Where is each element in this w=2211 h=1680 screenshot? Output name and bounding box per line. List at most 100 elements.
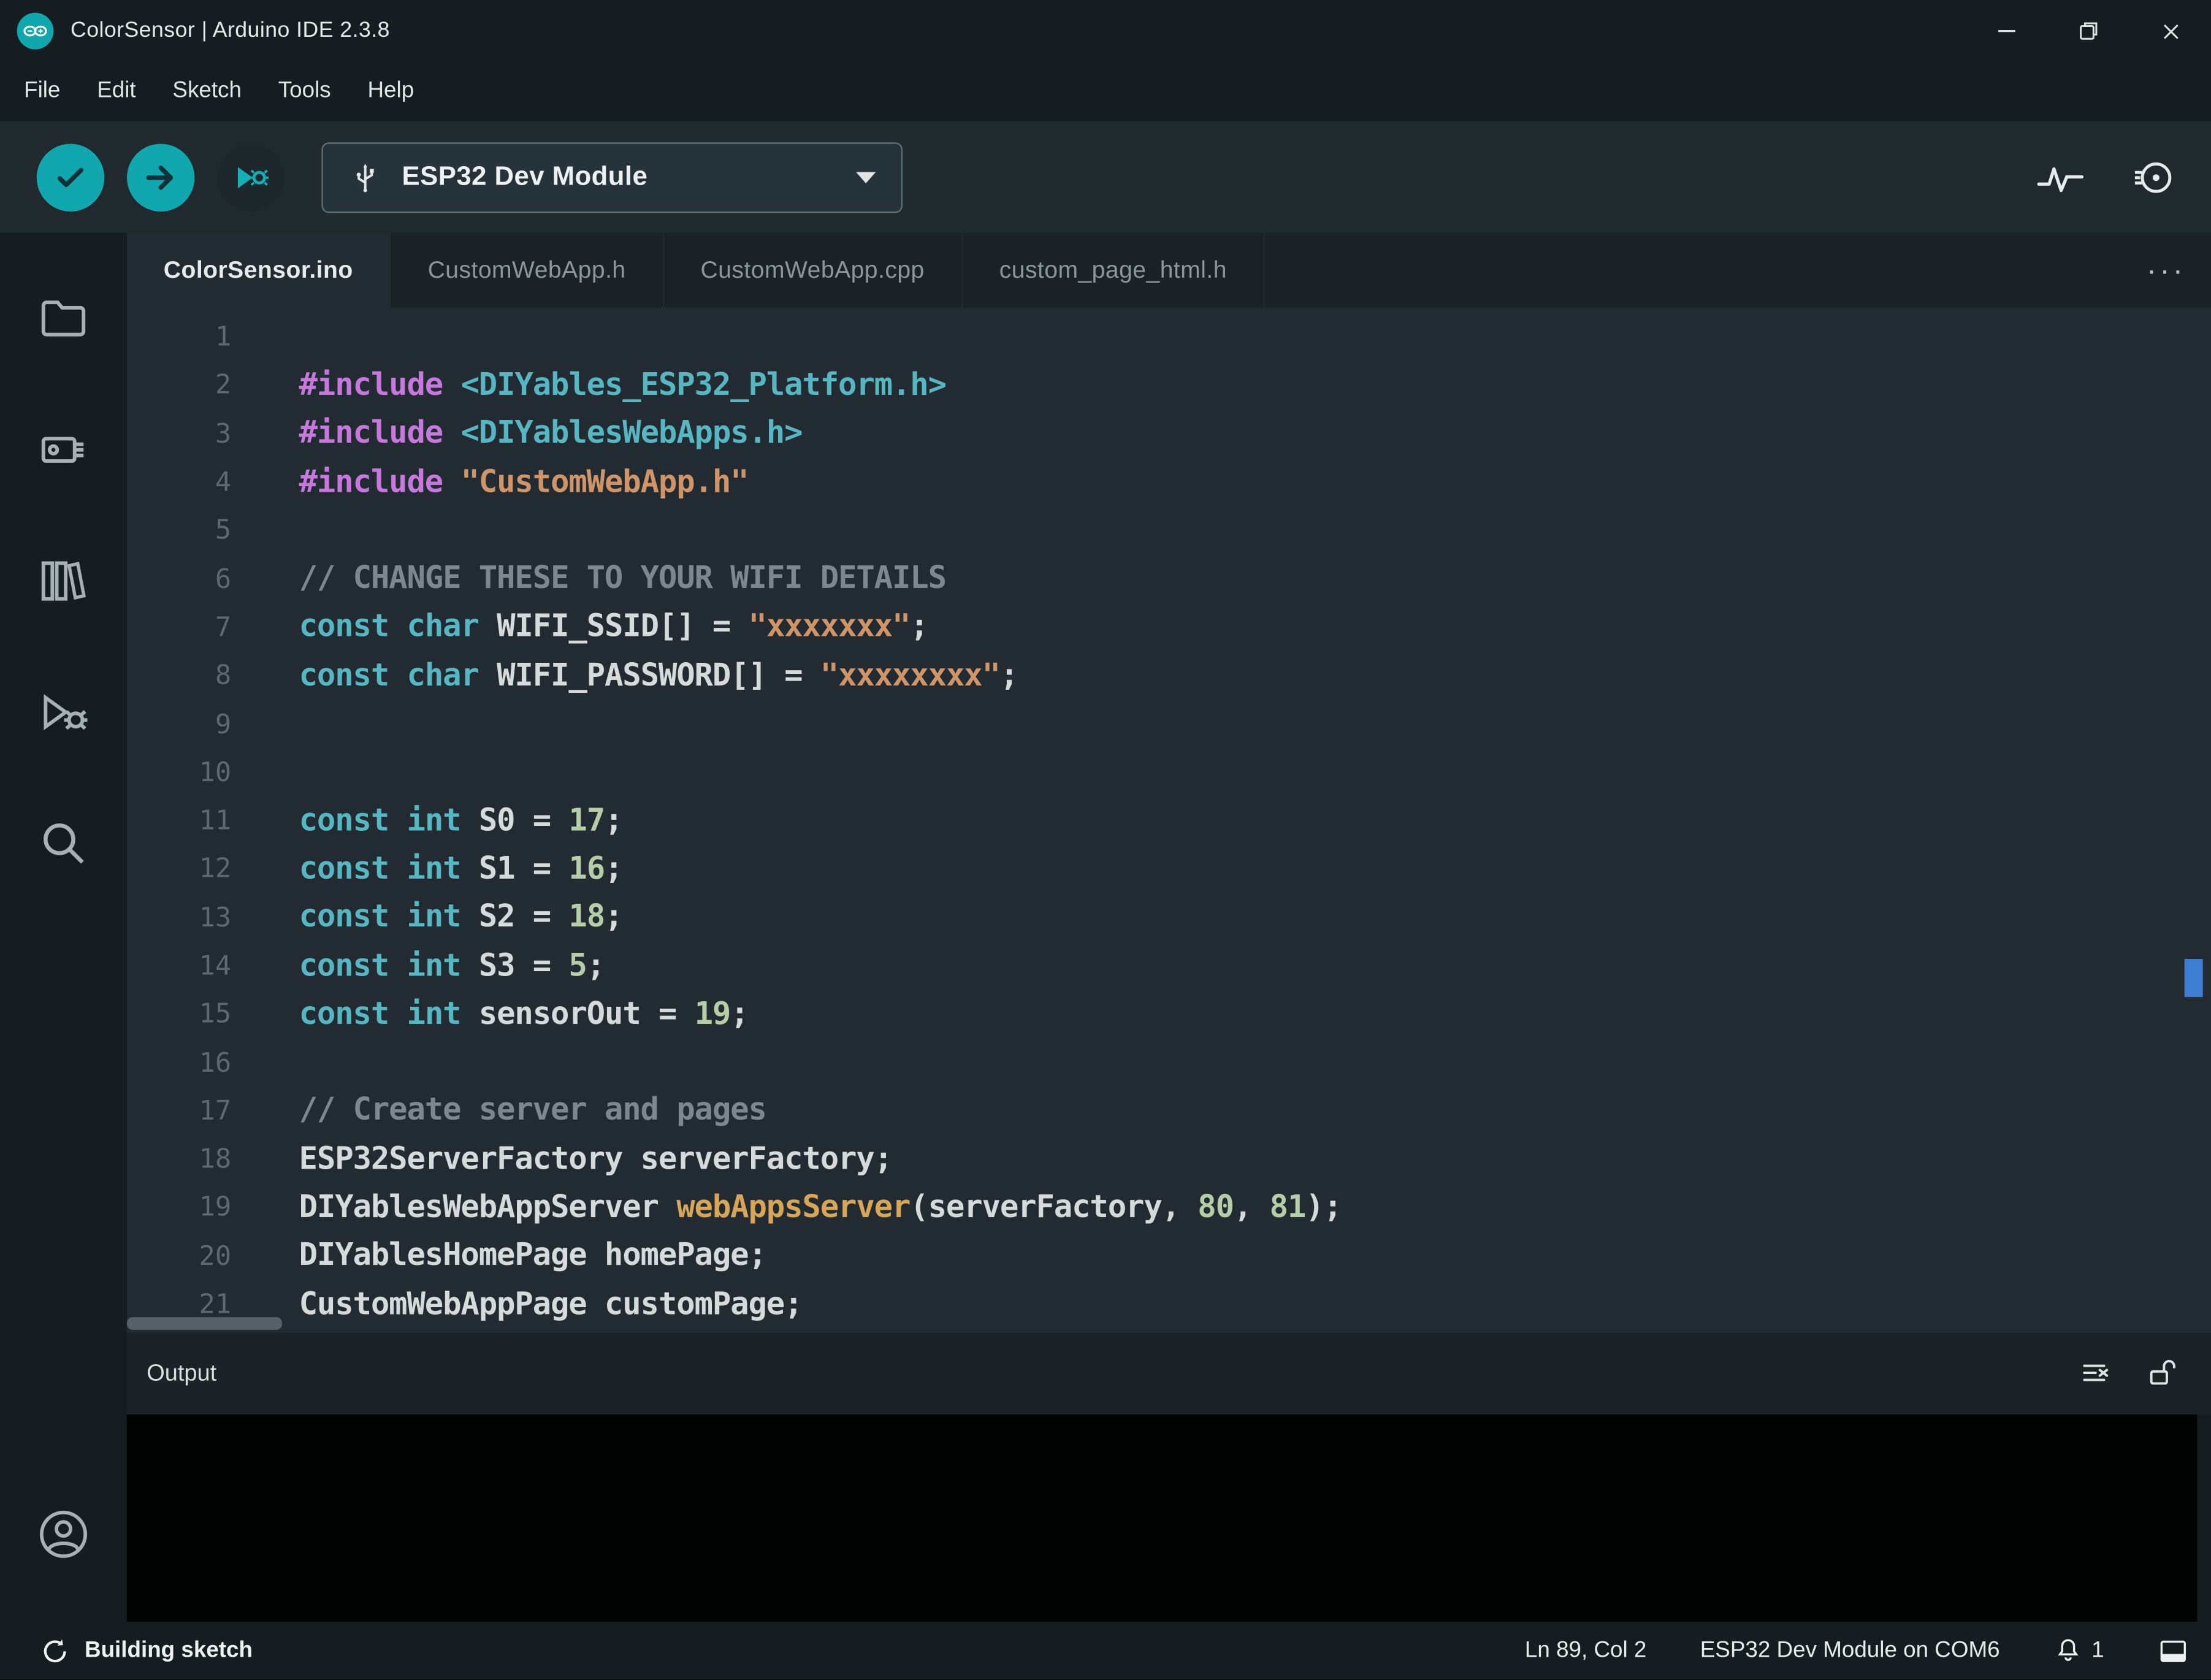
code-line[interactable]: 15const int sensorOut = 19; [127,990,2211,1039]
library-books-icon [37,554,90,607]
line-number[interactable]: 21 [127,1289,231,1320]
chevron-down-icon [856,171,876,182]
debug-bug-icon [37,685,90,738]
code-text: #include <DIYables_ESP32_Platform.h> [231,368,946,403]
debug-button[interactable] [217,143,284,210]
tab-label: custom_page_html.h [999,256,1227,284]
line-number[interactable]: 16 [127,1047,231,1079]
editor-tabbar: ColorSensor.ino CustomWebApp.h CustomWeb… [127,233,2211,308]
menu-edit[interactable]: Edit [78,62,154,121]
horizontal-scrollbar-thumb[interactable] [127,1317,282,1330]
code-line[interactable]: 8const char WIFI_PASSWORD[] = "xxxxxxxx"… [127,652,2211,700]
folder-icon [37,291,90,345]
code-line[interactable]: 21CustomWebAppPage customPage; [127,1280,2211,1329]
sidebar-item-sketchbook[interactable] [0,253,127,384]
code-line[interactable]: 16 [127,1039,2211,1087]
code-line[interactable]: 6// CHANGE THESE TO YOUR WIFI DETAILS [127,555,2211,603]
output-panel-header: Output [127,1333,2211,1415]
sidebar-item-debug[interactable] [0,646,127,777]
board-selector[interactable]: ESP32 Dev Module [321,142,903,212]
notifications-button[interactable]: 1 [2053,1636,2104,1665]
line-number[interactable]: 10 [127,757,231,788]
upload-button[interactable] [127,143,194,210]
status-board-port[interactable]: ESP32 Dev Module on COM6 [1700,1638,2000,1663]
line-number[interactable]: 7 [127,612,231,643]
account-icon [36,1505,92,1562]
line-number[interactable]: 3 [127,418,231,449]
code-line[interactable]: 10 [127,749,2211,797]
usb-plug-icon [348,159,382,196]
line-number[interactable]: 12 [127,853,231,885]
tab-customwebapp-cpp[interactable]: CustomWebApp.cpp [664,233,963,308]
tab-label: CustomWebApp.cpp [701,256,925,284]
scroll-lock-button[interactable] [2147,1357,2180,1391]
sidebar-item-boards-manager[interactable] [0,384,127,515]
serial-plotter-button[interactable] [2036,160,2084,194]
code-line[interactable]: 4#include "CustomWebApp.h" [127,458,2211,506]
menu-help[interactable]: Help [349,62,432,121]
line-number[interactable]: 15 [127,999,231,1030]
code-line[interactable]: 5 [127,506,2211,555]
window-title: ColorSensor | Arduino IDE 2.3.8 [71,18,390,44]
line-number[interactable]: 11 [127,806,231,837]
line-number[interactable]: 4 [127,467,231,498]
line-number[interactable]: 18 [127,1144,231,1175]
line-number[interactable]: 9 [127,709,231,740]
line-number[interactable]: 20 [127,1240,231,1272]
notification-count: 1 [2091,1638,2104,1663]
code-text: const int S1 = 16; [231,852,622,887]
titlebar: ColorSensor | Arduino IDE 2.3.8 [0,0,2211,62]
verify-button[interactable] [37,143,104,210]
spinner-icon [39,1635,71,1667]
code-line[interactable]: 7const char WIFI_SSID[] = "xxxxxxx"; [127,603,2211,652]
code-line[interactable]: 14const int S3 = 5; [127,942,2211,990]
code-line[interactable]: 20DIYablesHomePage homePage; [127,1232,2211,1280]
close-button[interactable] [2129,0,2211,62]
code-line[interactable]: 9 [127,700,2211,749]
code-line[interactable]: 3#include <DIYablesWebApps.h> [127,410,2211,458]
code-text: const int S2 = 18; [231,900,622,936]
menu-tools[interactable]: Tools [260,62,349,121]
line-number[interactable]: 8 [127,660,231,692]
tab-colorsensor-ino[interactable]: ColorSensor.ino [127,233,391,308]
line-number[interactable]: 17 [127,1096,231,1127]
minimize-button[interactable] [1966,0,2047,62]
code-line[interactable]: 12const int S1 = 16; [127,845,2211,893]
code-line[interactable]: 18ESP32ServerFactory serverFactory; [127,1136,2211,1184]
menubar: File Edit Sketch Tools Help [0,62,2211,121]
restore-button[interactable] [2048,0,2129,62]
code-line[interactable]: 13const int S2 = 18; [127,893,2211,942]
sidebar-item-search[interactable] [0,777,127,908]
status-line-col[interactable]: Ln 89, Col 2 [1525,1638,1646,1663]
sidebar-item-account[interactable] [0,1468,127,1599]
sidebar-item-library-manager[interactable] [0,515,127,646]
line-number[interactable]: 14 [127,950,231,982]
bell-icon [2053,1636,2083,1665]
output-console [127,1415,2197,1622]
search-icon [37,816,90,869]
line-number[interactable]: 2 [127,370,231,402]
tab-customwebapp-h[interactable]: CustomWebApp.h [391,233,664,308]
code-text: CustomWebAppPage customPage; [231,1287,802,1323]
code-editor[interactable]: 12#include <DIYables_ESP32_Platform.h>3#… [127,307,2211,1332]
code-line[interactable]: 17// Create server and pages [127,1087,2211,1136]
scrollbar-marker[interactable] [2185,959,2203,997]
arduino-ide-window: ColorSensor | Arduino IDE 2.3.8 File Edi… [0,0,2211,1679]
toggle-panel-button[interactable] [2158,1635,2189,1667]
code-text: const int S0 = 17; [231,803,622,839]
menu-sketch[interactable]: Sketch [155,62,260,121]
serial-monitor-button[interactable] [2133,156,2175,198]
more-actions-button[interactable]: ··· [2147,233,2186,308]
code-line[interactable]: 19DIYablesWebAppServer webAppsServer(ser… [127,1183,2211,1232]
code-line[interactable]: 1 [127,313,2211,362]
tab-custom-page-html-h[interactable]: custom_page_html.h [963,233,1265,308]
code-line[interactable]: 11const int S0 = 17; [127,796,2211,845]
line-number[interactable]: 6 [127,563,231,595]
line-number[interactable]: 13 [127,902,231,933]
menu-file[interactable]: File [6,62,78,121]
line-number[interactable]: 19 [127,1193,231,1224]
line-number[interactable]: 5 [127,515,231,546]
clear-output-button[interactable] [2079,1357,2112,1391]
line-number[interactable]: 1 [127,322,231,353]
code-line[interactable]: 2#include <DIYables_ESP32_Platform.h> [127,361,2211,410]
